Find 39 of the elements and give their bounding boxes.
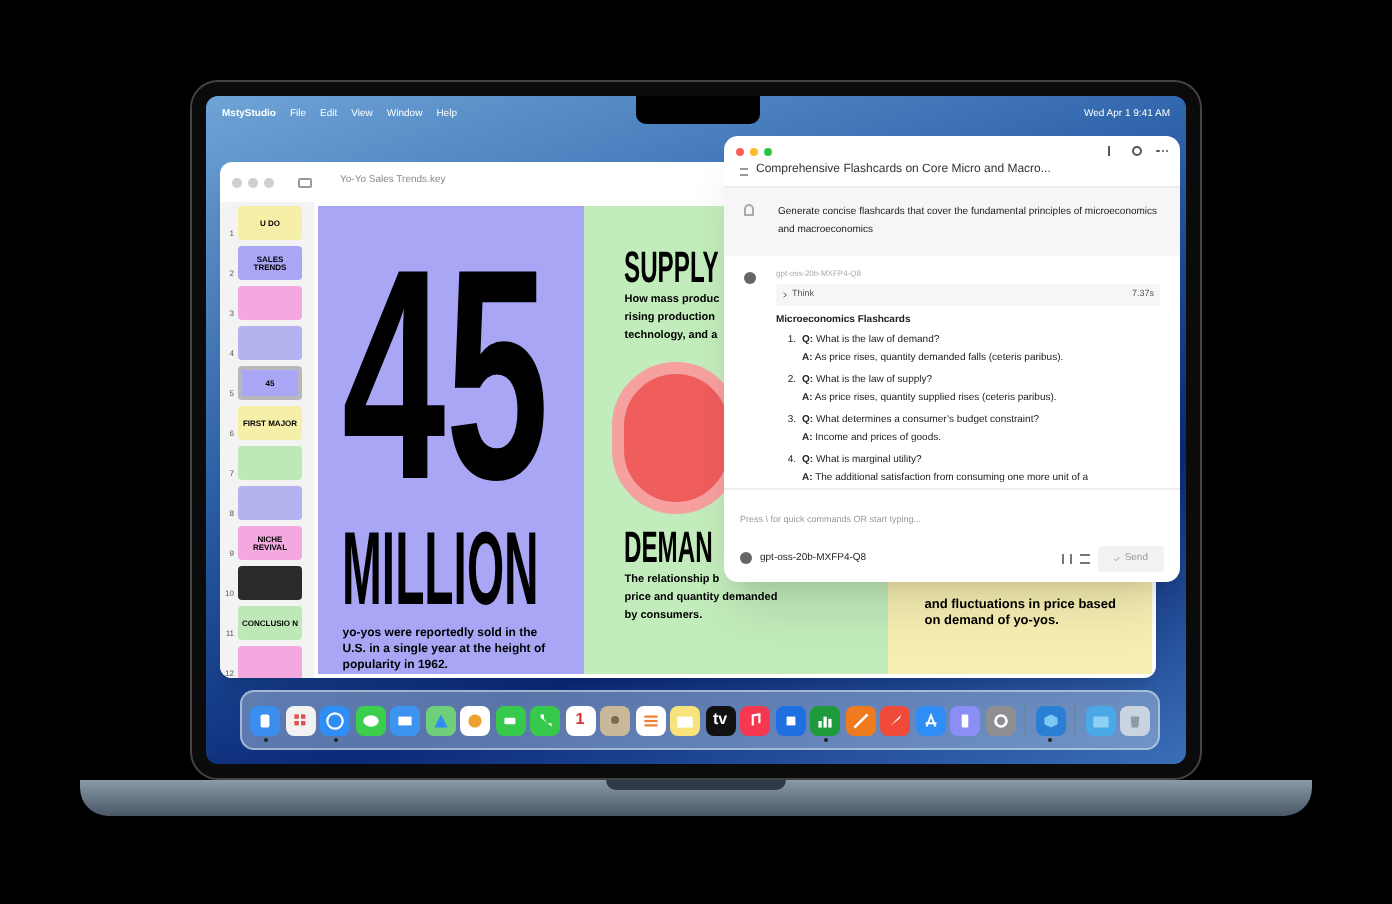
supply-heading: SUPPLY — [624, 250, 720, 286]
big-number: 45 — [342, 234, 550, 514]
app-store-icon[interactable] — [915, 705, 945, 735]
demand-heading: DEMAN — [624, 530, 714, 566]
envelope-icon[interactable] — [390, 705, 420, 735]
video-camera-icon[interactable] — [495, 705, 525, 735]
slide-thumbnail[interactable] — [238, 646, 302, 678]
slide-thumbnail[interactable] — [238, 446, 302, 480]
close-button[interactable] — [736, 147, 744, 155]
lines-icon[interactable] — [1080, 553, 1091, 564]
sidebar-icon[interactable] — [298, 177, 312, 187]
check-icon — [1114, 555, 1121, 562]
list-icon[interactable] — [635, 705, 665, 735]
bar-chart-icon[interactable] — [810, 705, 840, 735]
model-icon — [740, 552, 752, 565]
slide-thumbnail[interactable] — [238, 286, 302, 320]
notepad-icon[interactable] — [670, 705, 700, 735]
big-word: MILLION — [342, 518, 540, 622]
phone-icon[interactable] — [530, 705, 560, 735]
chevron-icon — [782, 291, 788, 298]
zoom-button[interactable] — [764, 147, 772, 155]
slide-thumbnail[interactable] — [238, 566, 302, 600]
contacts-icon[interactable] — [600, 705, 630, 735]
cube-icon[interactable] — [1035, 705, 1065, 735]
calendar-icon[interactable]: 1 — [565, 705, 595, 735]
trash-icon[interactable] — [1120, 705, 1150, 735]
menu-icon[interactable] — [740, 167, 748, 175]
user-icon — [744, 204, 754, 216]
speech-bubble-icon[interactable] — [355, 705, 385, 735]
folder-icon[interactable] — [1085, 705, 1115, 735]
music-note-icon[interactable] — [740, 705, 770, 735]
sliders-icon[interactable] — [1062, 553, 1073, 564]
model-icon — [744, 272, 756, 284]
phone-device-icon[interactable] — [950, 705, 980, 735]
slide-thumbnail[interactable] — [238, 486, 302, 520]
camera-notch — [636, 96, 760, 124]
tv-icon[interactable]: tv — [705, 705, 735, 735]
grid-icon[interactable] — [285, 705, 315, 735]
slide-thumbnail[interactable] — [238, 326, 302, 360]
